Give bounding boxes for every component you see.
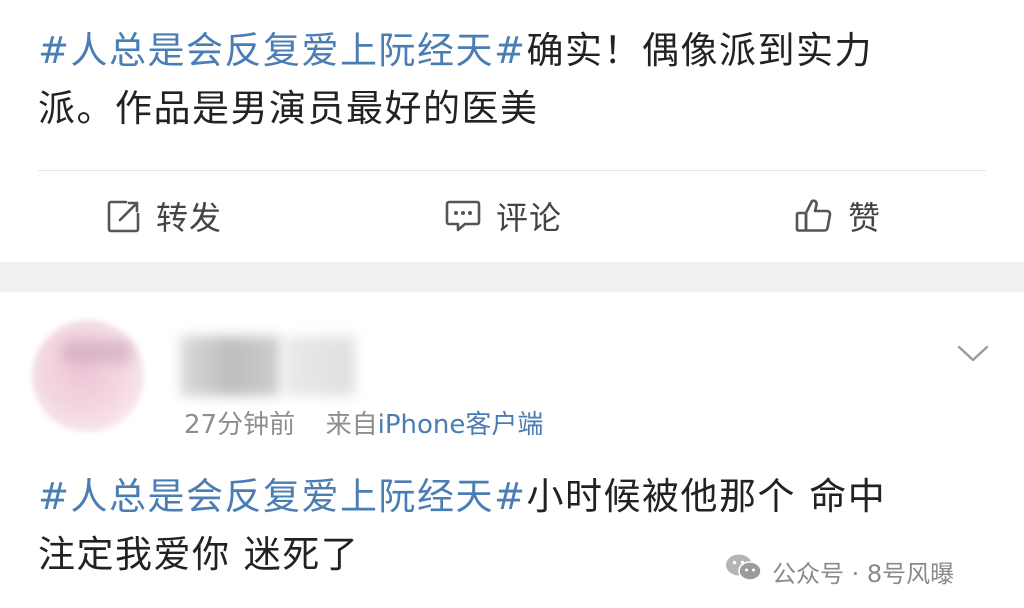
like-label: 赞 — [848, 199, 882, 237]
watermark-text: 公众号 · 8号风曝 — [772, 559, 955, 588]
repost-button[interactable]: 转发 — [106, 188, 222, 244]
comment-button[interactable]: 评论 — [444, 188, 562, 244]
post-text-line-1: #人总是会反复爱上阮经天#小时候被他那个 命中 — [38, 468, 886, 526]
topic-link[interactable]: #人总是会反复爱上阮经天# — [38, 475, 527, 518]
repost-label: 转发 — [156, 199, 223, 237]
avatar-blur-detail — [62, 340, 132, 364]
share-edit-icon — [106, 198, 142, 234]
divider — [38, 170, 986, 171]
post-text: #人总是会反复爱上阮经天#确实！偶像派到实力 派。作品是男演员最好的医美 — [38, 22, 873, 138]
source-device-link[interactable]: iPhone客户端 — [378, 410, 544, 440]
weibo-feed: #人总是会反复爱上阮经天#确实！偶像派到实力 派。作品是男演员最好的医美 转发 — [0, 0, 1024, 608]
chevron-down-icon[interactable] — [956, 342, 990, 366]
post-text-line-2: 派。作品是男演员最好的医美 — [38, 87, 539, 130]
post-text-fragment: 确实！偶像派到实力 — [526, 29, 874, 72]
post-text-line-1: #人总是会反复爱上阮经天#确实！偶像派到实力 — [38, 22, 873, 80]
action-bar: 转发 评论 赞 — [0, 188, 1024, 244]
username-blurred-extra — [285, 336, 355, 396]
post-meta: 27分钟前 来自iPhone客户端 — [184, 404, 543, 441]
like-button[interactable]: 赞 — [794, 188, 881, 244]
topic-link[interactable]: #人总是会反复爱上阮经天# — [38, 29, 527, 72]
post-text-fragment: 小时候被他那个 命中 — [526, 475, 887, 518]
source-prefix: 来自 — [325, 410, 378, 440]
feed-separator — [0, 262, 1024, 292]
comment-bubble-icon — [444, 198, 482, 234]
watermark: 公众号 · 8号风曝 — [724, 552, 954, 590]
comment-label: 评论 — [496, 199, 563, 237]
username-blurred[interactable] — [180, 336, 280, 396]
post-card: #人总是会反复爱上阮经天#确实！偶像派到实力 派。作品是男演员最好的医美 转发 — [0, 0, 1024, 262]
post-time: 27分钟前 — [184, 410, 296, 440]
avatar[interactable] — [32, 320, 144, 432]
wechat-icon — [724, 552, 764, 590]
thumbs-up-icon — [794, 197, 834, 235]
